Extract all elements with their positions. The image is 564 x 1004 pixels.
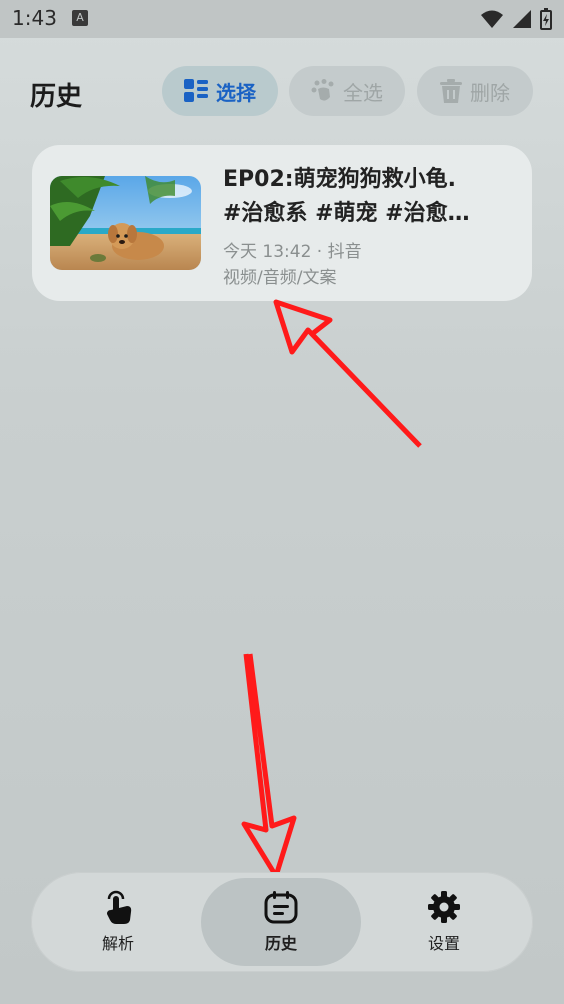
- hand-dots-icon: [311, 79, 334, 101]
- delete-button-label: 删除: [470, 80, 510, 105]
- history-item-time-source: 今天 13:42 · 抖音: [223, 242, 362, 262]
- trash-icon: [440, 79, 462, 103]
- status-icons: [480, 8, 552, 30]
- select-button-label: 选择: [216, 80, 256, 105]
- select-list-icon: [184, 79, 208, 102]
- tap-hand-icon: [107, 890, 132, 924]
- status-time: 1:43: [12, 6, 57, 30]
- arrow-to-history-tab: [241, 653, 297, 879]
- nav-parse[interactable]: 解析: [38, 878, 198, 966]
- status-notification-icon: A: [72, 10, 88, 26]
- select-button[interactable]: 选择: [162, 66, 278, 116]
- gear-icon: [428, 891, 460, 923]
- nav-settings-label: 设置: [427, 934, 460, 953]
- video-thumbnail: [50, 176, 201, 270]
- history-item-title-line1: EP02:萌宠狗狗救小龟.: [223, 167, 456, 192]
- page-title: 历史: [30, 82, 83, 112]
- history-item[interactable]: EP02:萌宠狗狗救小龟. #治愈系 #萌宠 #治愈… 今天 13:42 · 抖…: [32, 145, 532, 301]
- select-all-button[interactable]: 全选: [289, 66, 405, 116]
- history-item-types: 视频/音频/文案: [223, 268, 337, 288]
- history-calendar-icon: [264, 891, 298, 924]
- history-item-meta: 今天 13:42 · 抖音 视频/音频/文案: [223, 239, 362, 291]
- signal-icon: [513, 10, 531, 28]
- bottom-nav: 解析 历史 设置: [31, 872, 533, 972]
- nav-parse-label: 解析: [101, 934, 134, 953]
- history-item-title-line2: #治愈系 #萌宠 #治愈…: [223, 201, 470, 226]
- status-bar: 1:43 A: [0, 0, 564, 38]
- battery-icon: [540, 8, 552, 30]
- select-all-button-label: 全选: [343, 80, 383, 105]
- wifi-icon: [481, 10, 503, 28]
- arrow-to-card: [273, 299, 422, 448]
- delete-button[interactable]: 删除: [417, 66, 533, 116]
- nav-history-label: 历史: [264, 934, 297, 953]
- history-item-title: EP02:萌宠狗狗救小龟. #治愈系 #萌宠 #治愈…: [223, 163, 513, 231]
- nav-settings[interactable]: 设置: [364, 878, 524, 966]
- nav-history[interactable]: 历史: [201, 878, 361, 966]
